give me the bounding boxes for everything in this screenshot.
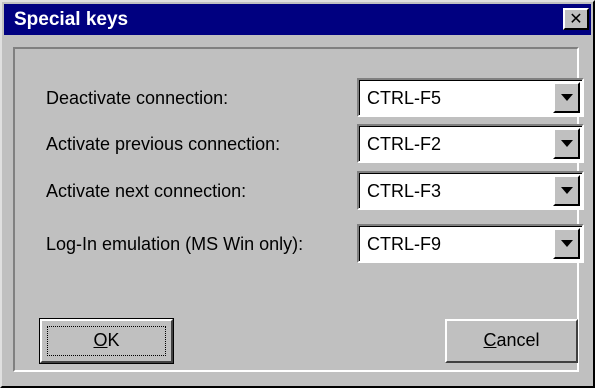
chevron-down-icon: [561, 94, 573, 101]
close-icon: ✕: [569, 9, 583, 28]
dialog-title: Special keys: [14, 9, 129, 30]
label-activate-previous-connection: Activate previous connection:: [46, 134, 281, 154]
label-activate-next-connection: Activate next connection:: [46, 181, 247, 201]
deactivate-connection-select[interactable]: CTRL-F5: [357, 78, 584, 117]
label-login-emulation: Log-In emulation (MS Win only):: [46, 234, 304, 254]
activate-previous-connection-select[interactable]: CTRL-F2: [357, 124, 584, 163]
chevron-down-icon: [561, 187, 573, 194]
label-deactivate-connection: Deactivate connection:: [46, 88, 229, 108]
chevron-down-icon: [561, 240, 573, 247]
ok-label: OK: [93, 330, 120, 350]
select-value: CTRL-F2: [367, 134, 442, 154]
cancel-button[interactable]: Cancel: [445, 319, 578, 363]
title-bar[interactable]: Special keys ✕: [4, 4, 591, 35]
close-button[interactable]: ✕: [563, 8, 589, 30]
login-emulation-select[interactable]: CTRL-F9: [357, 224, 584, 263]
select-value: CTRL-F9: [367, 234, 442, 254]
dropdown-button[interactable]: [553, 82, 580, 113]
select-value: CTRL-F5: [367, 88, 442, 108]
special-keys-dialog: Special keys ✕ Deactivate connection: CT…: [0, 0, 595, 388]
dropdown-button[interactable]: [553, 175, 580, 206]
cancel-label: Cancel: [483, 330, 540, 350]
ok-button[interactable]: OK: [39, 318, 174, 364]
dropdown-button[interactable]: [553, 128, 580, 159]
activate-next-connection-select[interactable]: CTRL-F3: [357, 171, 584, 210]
select-value: CTRL-F3: [367, 181, 442, 201]
chevron-down-icon: [561, 140, 573, 147]
dropdown-button[interactable]: [553, 228, 580, 259]
